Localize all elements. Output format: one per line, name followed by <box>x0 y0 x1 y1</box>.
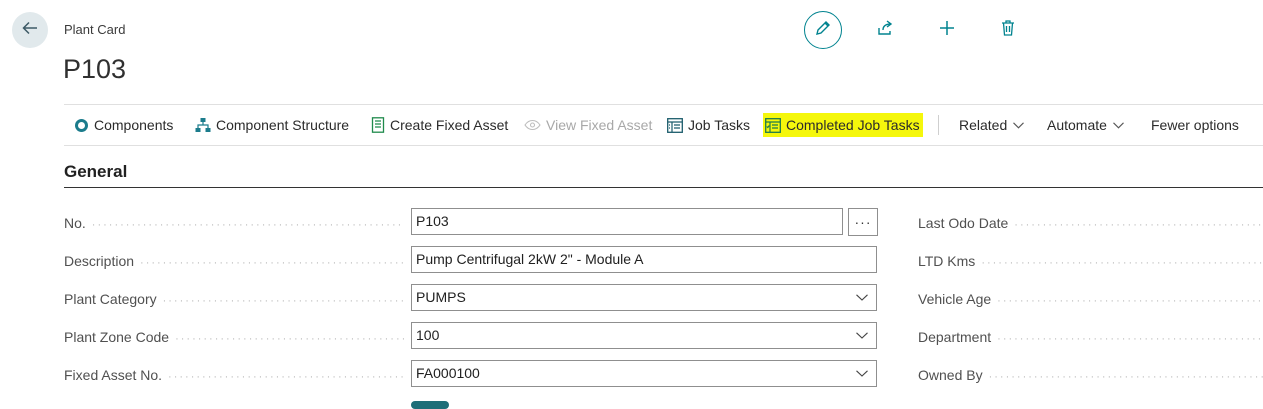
create-fixed-asset-label: Create Fixed Asset <box>390 117 509 133</box>
fewer-options-label: Fewer options <box>1151 117 1239 133</box>
field-label-no: No. ·····································… <box>64 215 404 231</box>
breadcrumb: Plant Card <box>64 22 126 37</box>
action-separator <box>938 115 939 135</box>
plant-zone-code-value: 100 <box>416 327 440 343</box>
description-field[interactable]: Pump Centrifugal 2kW 2" - Module A <box>411 246 877 273</box>
plant-category-select[interactable]: PUMPS <box>411 284 877 311</box>
field-label-ltd-kms: LTD Kms ·································… <box>918 253 1263 269</box>
task-list-icon <box>667 117 683 133</box>
no-field[interactable]: P103 <box>411 208 843 235</box>
automate-menu[interactable]: Automate <box>1047 105 1124 145</box>
completed-tasks-icon <box>765 117 781 133</box>
new-button[interactable] <box>928 10 966 50</box>
trash-icon <box>1000 19 1016 42</box>
field-label-last-odo-date: Last Odo Date ···························… <box>918 215 1263 231</box>
components-action[interactable]: Components <box>74 105 173 145</box>
chevron-down-icon <box>856 285 868 310</box>
field-label-plant-category: Plant Category ··························… <box>64 291 404 307</box>
document-icon <box>371 117 385 133</box>
delete-button[interactable] <box>989 10 1027 50</box>
automate-label: Automate <box>1047 117 1107 133</box>
chevron-down-icon <box>856 323 868 348</box>
plant-zone-code-select[interactable]: 100 <box>411 322 877 349</box>
job-tasks-action[interactable]: Job Tasks <box>667 105 750 145</box>
create-fixed-asset-action[interactable]: Create Fixed Asset <box>371 105 508 145</box>
eye-icon <box>524 119 541 131</box>
field-label-plant-zone-code: Plant Zone Code ·························… <box>64 329 404 345</box>
field-label-fixed-asset-no: Fixed Asset No. ·························… <box>64 367 404 383</box>
related-label: Related <box>959 117 1008 133</box>
arrow-left-icon <box>21 19 39 42</box>
related-menu[interactable]: Related <box>959 105 1025 145</box>
chevron-down-icon <box>1013 121 1025 129</box>
section-title[interactable]: General <box>64 162 127 182</box>
toggle-switch[interactable] <box>411 401 449 409</box>
completed-job-tasks-label: Completed Job Tasks <box>786 117 920 133</box>
plant-category-value: PUMPS <box>416 289 466 305</box>
chevron-down-icon <box>856 361 868 386</box>
field-label-vehicle-age: Vehicle Age ·····························… <box>918 291 1263 307</box>
field-label-department: Department ······························… <box>918 329 1263 345</box>
gear-icon <box>74 118 89 133</box>
field-label-description: Description ·····························… <box>64 253 404 269</box>
components-label: Components <box>94 117 174 133</box>
page-title: P103 <box>63 54 127 84</box>
view-fixed-asset-label: View Fixed Asset <box>546 117 653 133</box>
fewer-options-button[interactable]: Fewer options <box>1151 105 1239 145</box>
component-structure-label: Component Structure <box>216 117 350 133</box>
fixed-asset-no-value: FA000100 <box>416 365 480 381</box>
job-tasks-label: Job Tasks <box>688 117 750 133</box>
share-button[interactable] <box>866 10 904 50</box>
chevron-down-icon <box>1113 121 1124 129</box>
assist-button[interactable]: ··· <box>848 208 878 236</box>
edit-button[interactable] <box>804 11 842 49</box>
field-label-owned-by: Owned By ································… <box>918 367 1263 383</box>
share-icon <box>876 19 894 42</box>
component-structure-action[interactable]: Component Structure <box>195 105 349 145</box>
fixed-asset-no-select[interactable]: FA000100 <box>411 360 877 387</box>
action-bar: Components Component Structure Create Fi… <box>64 104 1263 146</box>
hierarchy-icon <box>195 117 211 133</box>
view-fixed-asset-action[interactable]: View Fixed Asset <box>524 105 652 145</box>
back-button[interactable] <box>12 12 48 48</box>
completed-job-tasks-action[interactable]: Completed Job Tasks <box>763 113 923 137</box>
plus-icon <box>938 19 956 42</box>
section-divider <box>64 187 1263 188</box>
pencil-icon <box>814 19 832 42</box>
